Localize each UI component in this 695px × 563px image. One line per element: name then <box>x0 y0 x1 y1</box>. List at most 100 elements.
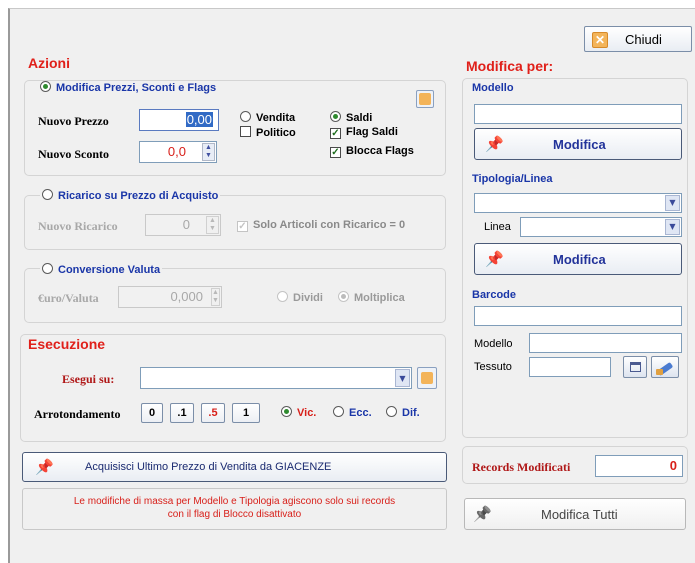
nuovo-prezzo-label: Nuovo Prezzo <box>38 114 109 128</box>
chevron-down-icon[interactable]: ▼ <box>665 219 680 235</box>
solo-articoli-option[interactable]: ✓ Solo Articoli con Ricarico = 0 <box>237 219 405 232</box>
dif-label: Dif. <box>402 407 420 419</box>
solo-articoli-label: Solo Articoli con Ricarico = 0 <box>253 219 406 231</box>
vendita-label: Vendita <box>256 112 296 124</box>
vendita-option[interactable]: Vendita <box>240 111 295 124</box>
pushpin-icon: 📌 <box>35 459 54 476</box>
azioni-title: Azioni <box>28 55 70 71</box>
modifica-per-title: Modifica per: <box>466 58 554 74</box>
modello-sub-input[interactable] <box>529 333 682 353</box>
euro-valuta-input[interactable]: 0,000 ▲ ▼ <box>118 286 222 308</box>
chevron-down-icon[interactable]: ▼ <box>395 369 410 387</box>
vic-radio[interactable] <box>281 406 292 417</box>
round-1-button[interactable]: 1 <box>232 403 260 423</box>
blocca-flags-option[interactable]: ✓ Blocca Flags <box>330 145 414 158</box>
dif-option[interactable]: Dif. <box>386 406 420 419</box>
tessuto-label: Tessuto <box>474 361 512 373</box>
conversione-radio[interactable] <box>42 263 53 274</box>
nuovo-prezzo-value: 0,00 <box>185 112 213 127</box>
modifica-tipologia-button[interactable]: 📌 Modifica <box>474 243 682 275</box>
dividi-radio[interactable] <box>277 291 288 302</box>
brush-icon[interactable] <box>651 356 679 378</box>
close-button-label: Chiudi <box>625 32 662 47</box>
records-value: 0 <box>669 458 677 473</box>
flag-saldi-checkbox[interactable]: ✓ <box>330 128 341 139</box>
euro-valuta-value: 0,000 <box>170 289 203 304</box>
acquisisci-button[interactable]: 📌 Acquisisci Ultimo Prezzo di Vendita da… <box>22 452 447 482</box>
round-01-button[interactable]: .1 <box>170 403 194 423</box>
modifica-modello-button[interactable]: 📌 Modifica <box>474 128 682 160</box>
nuovo-ricarico-label: Nuovo Ricarico <box>38 219 118 233</box>
nuovo-ricarico-input[interactable]: 0 ▲ ▼ <box>145 214 221 236</box>
records-label: Records Modificati <box>472 460 571 474</box>
euro-valuta-spinner[interactable]: ▲ ▼ <box>211 288 220 306</box>
solo-articoli-checkbox[interactable]: ✓ <box>237 221 248 232</box>
round-05-button[interactable]: .5 <box>201 403 225 423</box>
pushpin-icon: 📌 <box>485 251 504 268</box>
flag-saldi-option[interactable]: ✓ Flag Saldi <box>330 126 398 139</box>
list-icon[interactable] <box>623 356 647 378</box>
modello-value <box>475 106 478 118</box>
saldi-radio[interactable] <box>330 111 341 122</box>
ecc-label: Ecc. <box>349 407 372 419</box>
modifica-tutti-button[interactable]: 📌 Modifica Tutti <box>464 498 686 530</box>
records-value-field: 0 <box>595 455 683 477</box>
politico-checkbox[interactable] <box>240 126 251 137</box>
chevron-down-icon[interactable]: ▼ <box>665 195 680 211</box>
modello-sub-label: Modello <box>474 338 513 350</box>
ricarico-option[interactable]: Ricarico su Prezzo di Acquisto <box>40 188 221 202</box>
linea-select[interactable]: ▼ <box>520 217 682 237</box>
nuovo-ricarico-value: 0 <box>182 217 190 232</box>
blocca-flags-label: Blocca Flags <box>346 145 414 157</box>
esegui-su-select[interactable]: ▼ <box>140 367 412 389</box>
esegui-import-icon[interactable] <box>417 367 437 389</box>
round-0-button[interactable]: 0 <box>141 403 163 423</box>
arrotondamento-label: Arrotondamento <box>34 407 121 421</box>
close-button[interactable]: ✕ Chiudi <box>584 26 692 52</box>
nuovo-ricarico-spinner[interactable]: ▲ ▼ <box>206 216 219 234</box>
moltiplica-radio[interactable] <box>338 291 349 302</box>
modello-input[interactable] <box>474 104 682 124</box>
saldi-option[interactable]: Saldi <box>330 111 372 124</box>
pushpin-icon: 📌 <box>473 506 492 523</box>
pushpin-icon: 📌 <box>485 136 504 153</box>
dif-radio[interactable] <box>386 406 397 417</box>
acquisisci-label: Acquisisci Ultimo Prezzo di Vendita da G… <box>85 461 332 473</box>
ecc-radio[interactable] <box>333 406 344 417</box>
nuovo-sconto-input[interactable]: 0,0 ▲ ▼ <box>139 141 217 163</box>
moltiplica-label: Moltiplica <box>354 292 405 304</box>
politico-label: Politico <box>256 127 296 139</box>
nuovo-sconto-label: Nuovo Sconto <box>38 147 110 161</box>
flag-saldi-label: Flag Saldi <box>346 126 398 138</box>
barcode-input[interactable] <box>474 306 682 326</box>
saldi-label: Saldi <box>346 112 373 124</box>
euro-valuta-label: €uro/Valuta <box>38 291 99 305</box>
modifica-modello-label: Modifica <box>553 137 606 152</box>
moltiplica-option[interactable]: Moltiplica <box>338 291 405 304</box>
nuovo-sconto-value: 0,0 <box>167 144 186 159</box>
modifica-tutti-label: Modifica Tutti <box>541 507 618 522</box>
esecuzione-title: Esecuzione <box>28 336 106 352</box>
barcode-section-label: Barcode <box>472 289 517 301</box>
modifica-prezzi-label: Modifica Prezzi, Sconti e Flags <box>56 82 217 94</box>
ecc-option[interactable]: Ecc. <box>333 406 372 419</box>
conversione-option[interactable]: Conversione Valuta <box>40 262 163 276</box>
nuovo-sconto-spinner[interactable]: ▲ ▼ <box>202 143 215 161</box>
ricarico-radio[interactable] <box>42 189 53 200</box>
politico-option[interactable]: Politico <box>240 126 296 139</box>
dividi-option[interactable]: Dividi <box>277 291 323 304</box>
modello-section-label: Modello <box>472 82 514 94</box>
info-message-line1: Le modifiche di massa per Modello e Tipo… <box>73 496 396 507</box>
tipologia-select[interactable]: ▼ <box>474 193 682 213</box>
ricarico-label: Ricarico su Prezzo di Acquisto <box>58 190 219 202</box>
blocca-flags-checkbox[interactable]: ✓ <box>330 147 341 158</box>
import-icon[interactable] <box>416 90 434 108</box>
info-message-line2: con il flag di Blocco disattivato <box>167 509 302 520</box>
nuovo-prezzo-input[interactable]: 0,00 <box>139 109 219 131</box>
esegui-su-label: Esegui su: <box>62 372 115 386</box>
tessuto-input[interactable] <box>529 357 611 377</box>
modifica-prezzi-option[interactable]: Modifica Prezzi, Sconti e Flags <box>40 80 216 94</box>
vic-option[interactable]: Vic. <box>281 406 316 419</box>
modifica-prezzi-radio[interactable] <box>40 81 51 92</box>
vendita-radio[interactable] <box>240 111 251 122</box>
